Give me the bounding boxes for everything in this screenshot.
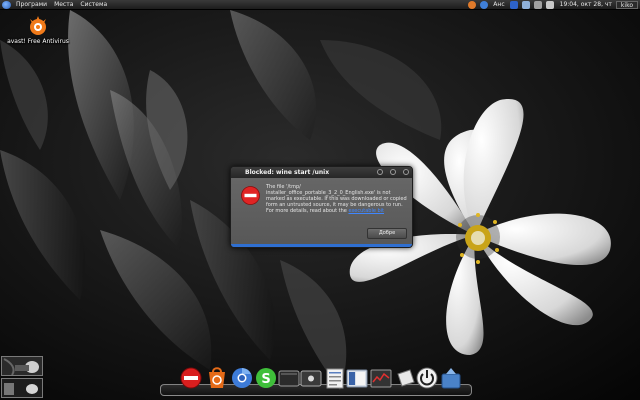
terminal-icon [278, 370, 300, 387]
clock[interactable]: 19:04, окт 28, чт [556, 0, 616, 10]
workspace-2[interactable] [1, 378, 43, 398]
skype-icon: S [256, 368, 276, 388]
dialog-message: The file '/tmp/ installer_office_portabl… [266, 184, 408, 214]
dock-item-skype[interactable]: S [255, 366, 277, 390]
launcher-icon[interactable] [468, 1, 477, 9]
workspace-switcher [1, 356, 43, 399]
dialog-accent-bar [231, 244, 412, 247]
dock-item-stop[interactable] [180, 366, 202, 390]
text-editor-icon [326, 368, 344, 389]
chromium-icon [232, 368, 252, 388]
minimize-button[interactable] [377, 169, 383, 175]
top-panel: Програми Места Система Анс 19:04, окт 28… [0, 0, 640, 10]
network-icon[interactable] [521, 1, 530, 9]
note-icon [397, 369, 415, 387]
workspace-1[interactable] [1, 356, 43, 376]
dock-item-note[interactable] [394, 366, 416, 390]
dock-item-terminal[interactable] [278, 366, 300, 390]
user-menu[interactable]: kiko [615, 1, 638, 9]
dock-item-chromium[interactable] [231, 366, 253, 390]
dialog-body: The file '/tmp/ installer_office_portabl… [231, 178, 412, 247]
dialog-titlebar[interactable]: Blocked: wine start /unix [231, 167, 412, 178]
executable-bit-link[interactable]: executable bit [348, 208, 384, 214]
ubuntu-software-icon [209, 367, 225, 388]
update-manager-icon [441, 368, 461, 389]
dialog-message-text: The file '/tmp/ installer_office_portabl… [266, 184, 407, 214]
media-player-icon [300, 370, 322, 387]
dock: S [160, 364, 472, 398]
stop-icon [180, 367, 202, 389]
svg-text:S: S [261, 372, 270, 387]
ok-button[interactable]: Добре [367, 228, 407, 239]
mail-icon[interactable] [545, 1, 554, 9]
avast-icon [30, 16, 46, 35]
desktop-icon-avast[interactable]: avast! Free Antivirus [2, 13, 74, 49]
close-button[interactable] [403, 169, 409, 175]
stop-icon [241, 186, 260, 205]
dock-item-power[interactable] [416, 366, 438, 390]
system-monitor-icon [370, 369, 392, 388]
volume-icon[interactable] [533, 1, 542, 9]
dock-item-file-manager[interactable] [346, 366, 368, 390]
blocked-dialog: Blocked: wine start /unix The file '/tmp… [230, 166, 413, 248]
chromium-icon[interactable] [480, 1, 489, 9]
power-icon [416, 367, 438, 389]
dock-item-system-monitor[interactable] [370, 366, 392, 390]
main-menu-logo-icon[interactable] [2, 1, 11, 9]
maximize-button[interactable] [390, 169, 396, 175]
dialog-title: Blocked: wine start /unix [245, 169, 330, 176]
keyboard-layout-indicator[interactable]: Анс [490, 0, 507, 10]
menu-system[interactable]: Система [78, 0, 112, 10]
menu-applications[interactable]: Програми [14, 0, 52, 10]
file-manager-icon [346, 369, 368, 388]
menu-places[interactable]: Места [52, 0, 78, 10]
dock-item-media-player[interactable] [300, 366, 322, 390]
desktop-icon-label: avast! Free Antivirus [7, 38, 69, 45]
bluetooth-icon[interactable] [509, 1, 518, 9]
dock-item-text-editor[interactable] [324, 366, 346, 390]
dock-item-update-manager[interactable] [440, 366, 462, 390]
dock-item-ubuntu-software[interactable] [206, 366, 228, 390]
desktop: Програми Места Система Анс 19:04, окт 28… [0, 0, 640, 400]
